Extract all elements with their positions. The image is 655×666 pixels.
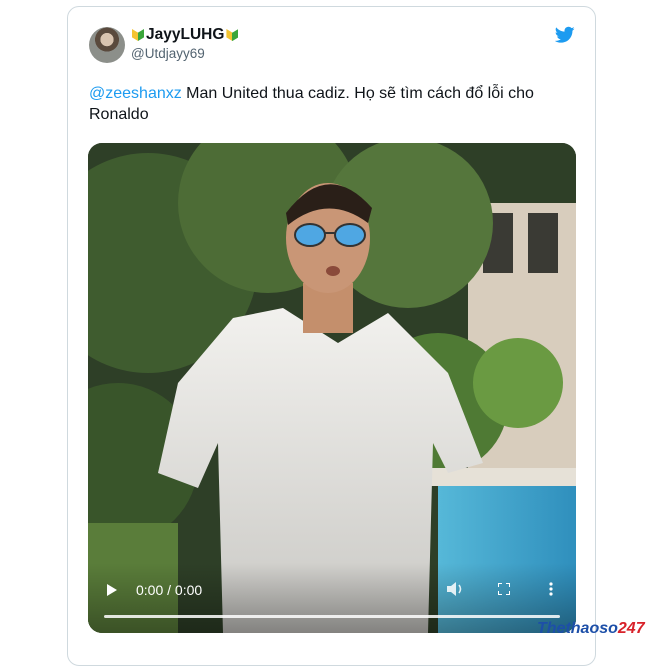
tweet-text: @zeeshanxz Man United thua cadiz. Họ sẽ … xyxy=(89,83,569,125)
twitter-bird-icon[interactable] xyxy=(555,26,575,44)
tweet-card: JayyLUHG @Utdjayy69 @zeeshanxz Man Unite… xyxy=(67,6,596,666)
mention-link[interactable]: @zeeshanxz xyxy=(89,85,182,102)
play-icon[interactable] xyxy=(107,584,117,596)
avatar[interactable] xyxy=(89,27,125,63)
beginner-badge-icon xyxy=(226,28,238,42)
fullscreen-icon[interactable] xyxy=(498,583,510,595)
video-time: 0:00 / 0:00 xyxy=(136,582,203,598)
more-options-icon[interactable] xyxy=(549,582,553,596)
video-controls-overlay xyxy=(88,563,576,633)
user-handle[interactable]: @Utdjayy69 xyxy=(131,46,205,61)
site-watermark: Thethaoso247 xyxy=(537,620,645,638)
video-frame xyxy=(88,143,576,633)
video-progress-bar[interactable] xyxy=(104,615,560,618)
display-name[interactable]: JayyLUHG xyxy=(146,26,224,44)
beginner-badge-icon xyxy=(132,28,144,42)
volume-icon[interactable] xyxy=(445,580,465,598)
video-player[interactable]: 0:00 / 0:00 xyxy=(88,143,576,633)
display-name-row[interactable]: JayyLUHG xyxy=(131,26,239,44)
watermark-part1: Thethaoso xyxy=(537,620,618,637)
watermark-part2: 247 xyxy=(617,620,645,637)
